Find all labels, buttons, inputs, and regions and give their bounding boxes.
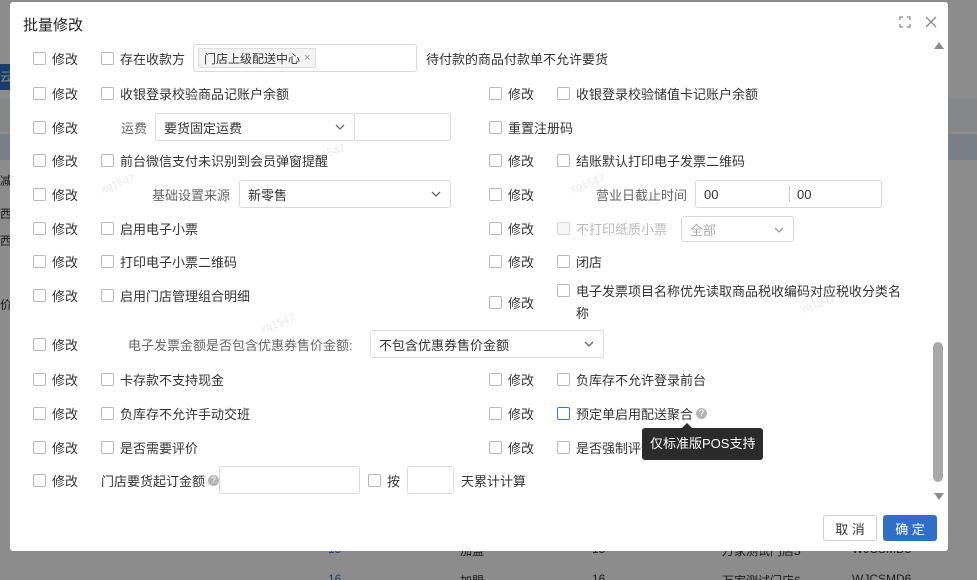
negative-stock-login-checkbox[interactable]: 负库存不允许登录前台 [557, 365, 706, 393]
row-review: 修改 是否需要评价 修改 是否强制评价 [10, 433, 930, 461]
batch-edit-dialog: 批量修改 xq1547 xq1547 xq1547 xq1547 xq1547 … [10, 2, 948, 551]
help-icon[interactable]: ? [696, 407, 708, 419]
modify-checkbox[interactable]: 修改 [489, 365, 534, 393]
modify-checkbox[interactable]: 修改 [33, 330, 78, 358]
scroll-up-icon[interactable] [934, 42, 944, 49]
close-icon[interactable] [924, 15, 938, 31]
hour-value[interactable]: 00 [704, 187, 718, 202]
days-input[interactable] [407, 466, 454, 494]
wechat-popup-checkbox[interactable]: 前台微信支付未识别到会员弹窗提醒 [101, 146, 328, 174]
chevron-down-icon [584, 341, 594, 347]
row-shift: 修改 负库存不允许手动交班 修改 预定单启用配送聚合? [10, 399, 930, 427]
freight-label: 运费 [121, 120, 148, 136]
modify-checkbox[interactable]: 修改 [489, 79, 534, 107]
tag-close-icon[interactable]: × [304, 52, 310, 64]
freight-amount-input[interactable] [354, 113, 451, 141]
row-base-source: 修改 基础设置来源 新零售 修改 营业日截止时间 00 00 [10, 180, 930, 208]
dialog-scrollbar[interactable] [932, 42, 944, 500]
invoice-tax-name-line2: 称 [576, 306, 590, 321]
print-e-receipt-qr-checkbox[interactable]: 打印电子小票二维码 [101, 247, 237, 275]
force-review-checkbox[interactable]: 是否强制评价 [557, 433, 654, 461]
enable-e-receipt-checkbox[interactable]: 启用电子小票 [101, 214, 198, 242]
row-payee: 修改 存在收款方 门店上级配送中心 × 待付款的商品付款单不允许要货 [10, 44, 930, 72]
business-day-end-label: 营业日截止时间 [596, 187, 688, 203]
combo-detail-checkbox[interactable]: 启用门店管理组合明细 [101, 281, 250, 309]
cashier-goods-balance-checkbox[interactable]: 收银登录校验商品记账户余额 [101, 79, 289, 107]
row-freight: 修改 运费 要货固定运费 重置注册码 [10, 113, 930, 141]
modify-checkbox[interactable]: 修改 [33, 466, 78, 494]
need-review-checkbox[interactable]: 是否需要评价 [101, 433, 198, 461]
modify-checkbox[interactable]: 修改 [33, 365, 78, 393]
scroll-thumb[interactable] [933, 342, 943, 482]
row-min-order: 修改 门店要货起订金额? 按 天累计计算 [10, 466, 930, 494]
modify-checkbox[interactable]: 修改 [33, 433, 78, 461]
invoice-coupon-label: 电子发票金额是否包含优惠券售价金额: [128, 337, 353, 353]
dialog-title: 批量修改 [23, 17, 84, 34]
row-e-receipt: 修改 启用电子小票 修改 不打印纸质小票 全部 [10, 214, 930, 242]
modify-checkbox[interactable]: 修改 [33, 146, 78, 174]
reset-register-code-checkbox[interactable]: 重置注册码 [489, 113, 573, 141]
negative-stock-shift-checkbox[interactable]: 负库存不允许手动交班 [101, 399, 250, 427]
row-invoice-coupon: 修改 电子发票金额是否包含优惠券售价金额: 不包含优惠券售价金额 [10, 330, 930, 358]
modify-checkbox[interactable]: 修改 [489, 214, 534, 242]
modify-checkbox[interactable]: 修改 [489, 433, 534, 461]
no-paper-receipt-checkbox[interactable]: 不打印纸质小票 [557, 214, 667, 242]
row-card-cash: 修改 卡存款不支持现金 修改 负库存不允许登录前台 [10, 365, 930, 393]
min-order-amount-input[interactable] [219, 466, 360, 494]
dialog-content: xq1547 xq1547 xq1547 xq1547 xq1547 修改 存在… [10, 38, 930, 502]
payee-tag: 门店上级配送中心 × [198, 48, 317, 68]
modify-checkbox[interactable]: 修改 [33, 79, 78, 107]
cancel-button[interactable]: 取 消 [823, 515, 877, 541]
modify-checkbox[interactable]: 修改 [33, 113, 78, 141]
cashier-card-balance-checkbox[interactable]: 收银登录校验储值卡记账户余额 [557, 79, 758, 107]
base-source-select[interactable]: 新零售 [239, 180, 451, 208]
modify-checkbox[interactable]: 修改 [33, 44, 78, 72]
invoice-coupon-select[interactable]: 不包含优惠券售价金额 [370, 330, 604, 358]
payee-select[interactable]: 门店上级配送中心 × [193, 44, 417, 72]
row-wechat: 修改 前台微信支付未识别到会员弹窗提醒 修改 结账默认打印电子发票二维码 [10, 146, 930, 174]
fullscreen-icon[interactable] [898, 15, 912, 31]
days-suffix: 天累计计算 [461, 473, 527, 489]
modify-checkbox[interactable]: 修改 [489, 180, 534, 208]
confirm-button[interactable]: 确 定 [883, 515, 937, 541]
card-no-cash-checkbox[interactable]: 卡存款不支持现金 [101, 365, 224, 393]
close-store-checkbox[interactable]: 闭店 [557, 247, 602, 275]
row-cashier-balance: 修改 收银登录校验商品记账户余额 修改 收银登录校验储值卡记账户余额 [10, 79, 930, 107]
chevron-down-icon [431, 191, 441, 197]
modify-checkbox[interactable]: 修改 [33, 247, 78, 275]
print-invoice-qr-checkbox[interactable]: 结账默认打印电子发票二维码 [557, 146, 745, 174]
payee-suffix: 待付款的商品付款单不允许要货 [426, 51, 609, 67]
minute-value[interactable]: 00 [797, 187, 811, 202]
modify-checkbox[interactable]: 修改 [489, 399, 534, 427]
help-icon[interactable]: ? [208, 474, 220, 486]
accumulate-by-checkbox[interactable]: 按 [368, 466, 400, 494]
base-source-label: 基础设置来源 [152, 187, 231, 203]
modify-checkbox[interactable]: 修改 [33, 214, 78, 242]
modify-checkbox[interactable]: 修改 [33, 180, 78, 208]
modify-checkbox[interactable]: 修改 [489, 247, 534, 275]
tooltip: 仅标准版POS支持 [642, 423, 764, 460]
modify-checkbox[interactable]: 修改 [489, 288, 534, 316]
min-order-label: 门店要货起订金额? [101, 466, 220, 494]
chevron-down-icon [774, 227, 784, 233]
scroll-down-icon[interactable] [934, 493, 944, 500]
modify-checkbox[interactable]: 修改 [33, 399, 78, 427]
invoice-tax-name-checkbox[interactable]: 电子发票项目名称优先读取商品税收编码对应税收分类名 [557, 281, 901, 299]
modify-checkbox[interactable]: 修改 [489, 146, 534, 174]
modify-checkbox[interactable]: 修改 [33, 281, 78, 309]
row-print-qr: 修改 打印电子小票二维码 修改 闭店 [10, 247, 930, 275]
paper-receipt-select[interactable]: 全部 [681, 216, 794, 242]
freight-select[interactable]: 要货固定运费 [155, 113, 355, 141]
chevron-down-icon [335, 124, 345, 130]
business-day-end-input[interactable]: 00 00 [695, 180, 882, 208]
payee-checkbox[interactable]: 存在收款方 [101, 44, 185, 72]
row-combo-detail: 修改 启用门店管理组合明细 修改 电子发票项目名称优先读取商品税收编码对应税收分… [10, 281, 930, 325]
